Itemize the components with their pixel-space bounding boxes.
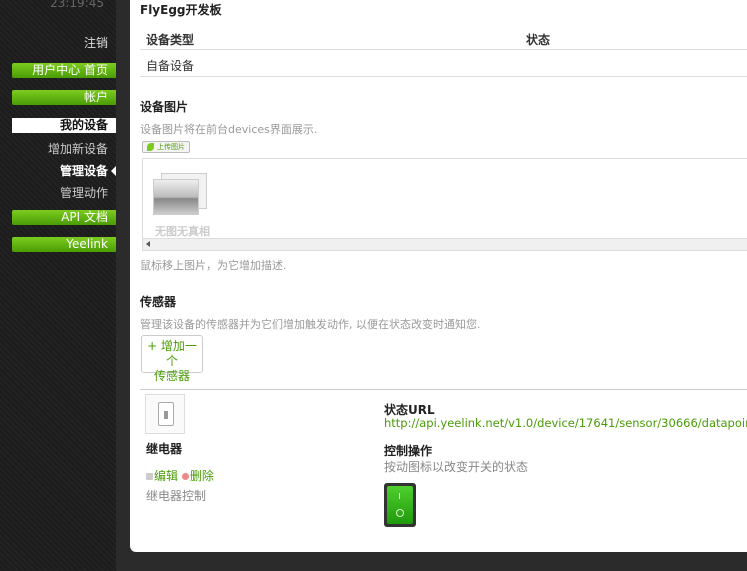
no-image-label: 无图无真相 <box>155 225 210 238</box>
logout-link[interactable]: 注销 <box>84 34 108 51</box>
device-images-title: 设备图片 <box>140 100 189 114</box>
power-switch-icon <box>387 486 413 524</box>
sidebar-item-my-devices[interactable]: 我的设备 <box>12 118 116 133</box>
device-images-desc: 设备图片将在前台devices界面展示. <box>140 123 318 136</box>
device-table-header: 设备类型 状态 <box>140 28 747 50</box>
hover-hint: 鼠标移上图片，为它增加描述. <box>140 259 287 272</box>
table-row: 自备设备 <box>140 51 747 77</box>
sidebar-item-manage-actions[interactable]: 管理动作 <box>60 184 108 201</box>
add-sensor-label-1: + 增加一个 <box>147 339 197 368</box>
active-arrow-icon <box>111 166 116 176</box>
relay-toggle-switch[interactable] <box>384 483 416 527</box>
edit-icon <box>146 473 153 480</box>
control-desc: 按动图标以改变开关的状态 <box>384 460 529 474</box>
leaf-icon <box>147 143 154 151</box>
upload-image-label: 上传图片 <box>157 143 185 151</box>
status-url-link[interactable]: http://api.yeelink.net/v1.0/device/17641… <box>384 416 747 430</box>
sidebar: 23:19:45 注销 用户中心 首页 帐户 我的设备 增加新设备 管理设备 管… <box>0 0 116 571</box>
relay-actions: 编辑 删除 <box>146 467 214 484</box>
image-gallery: 无图无真相 <box>142 158 747 251</box>
relay-switch-icon <box>145 394 185 434</box>
gallery-scrollbar[interactable] <box>143 238 747 250</box>
control-title: 控制操作 <box>384 444 433 458</box>
sidebar-item-manage-devices[interactable]: 管理设备 <box>60 162 108 179</box>
add-sensor-button[interactable]: + 增加一个 传感器 <box>141 335 203 383</box>
add-sensor-label-2: 传感器 <box>153 369 190 383</box>
header-status: 状态 <box>526 33 551 47</box>
main-panel: FlyEgg开发板 设备类型 状态 自备设备 设备图片 设备图片将在前台devi… <box>130 0 747 552</box>
header-device-type: 设备类型 <box>146 33 195 47</box>
delete-link[interactable]: 删除 <box>190 469 214 483</box>
sidebar-item-account[interactable]: 帐户 <box>12 90 116 105</box>
sensors-desc: 管理该设备的传感器并为它们增加触发动作, 以便在状态改变时通知您. <box>140 318 481 331</box>
sensors-title: 传感器 <box>140 295 177 309</box>
upload-image-button[interactable]: 上传图片 <box>142 141 190 153</box>
relay-name: 继电器 <box>146 442 183 456</box>
cell-device-type: 自备设备 <box>146 59 195 73</box>
sidebar-item-yeelink[interactable]: Yeelink <box>12 237 116 252</box>
clock-text: 23:19:45 <box>50 0 104 10</box>
delete-icon <box>181 473 189 480</box>
sidebar-item-api-docs[interactable]: API 文档 <box>12 210 116 225</box>
relay-desc: 继电器控制 <box>146 489 207 503</box>
divider <box>140 389 747 390</box>
sidebar-item-user-center[interactable]: 用户中心 首页 <box>12 63 116 78</box>
placeholder-image-icon <box>153 173 207 219</box>
edit-link[interactable]: 编辑 <box>154 469 178 483</box>
scroll-left-icon[interactable] <box>146 241 150 247</box>
sidebar-item-add-device[interactable]: 增加新设备 <box>48 140 108 157</box>
board-title: FlyEgg开发板 <box>140 3 222 17</box>
